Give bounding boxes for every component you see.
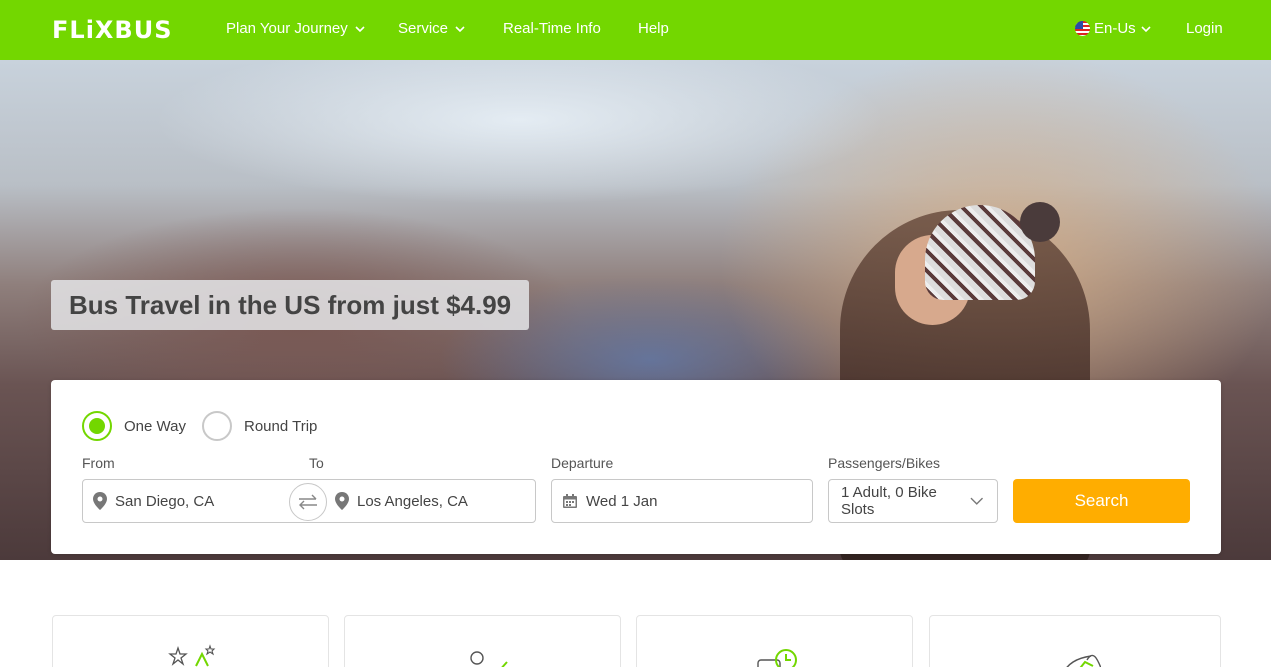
hero-headline: Bus Travel in the US from just $4.99 <box>51 280 530 330</box>
round-trip-radio[interactable]: Round Trip <box>202 411 317 441</box>
stars-icon <box>168 644 216 667</box>
chevron-down-icon <box>970 497 983 505</box>
person-check-icon <box>470 651 508 667</box>
passengers-select[interactable]: 1 Adult, 0 Bike Slots <box>828 479 998 523</box>
login-label: Login <box>1186 20 1223 37</box>
leaf-icon <box>1066 654 1101 667</box>
round-trip-label: Round Trip <box>244 417 318 435</box>
to-value: Los Angeles, CA <box>357 492 468 510</box>
swap-route-button[interactable] <box>289 483 327 521</box>
one-way-label: One Way <box>124 417 186 435</box>
hero-photo-pompom <box>1020 202 1060 242</box>
search-button[interactable]: Search <box>1013 479 1190 523</box>
language-selector[interactable]: En-Us <box>1075 20 1152 37</box>
to-label: To <box>309 455 324 471</box>
us-flag-icon <box>1075 21 1090 36</box>
feature-card <box>929 615 1221 667</box>
from-label: From <box>82 455 115 471</box>
nav-service[interactable]: Service <box>398 20 466 37</box>
chevron-down-icon <box>455 25 465 32</box>
login-link[interactable]: Login <box>1186 20 1223 37</box>
search-panel: One Way Round Trip From To Departure Pas… <box>51 380 1221 554</box>
top-navigation-bar: FLiXBUS Plan Your Journey Service Real-T… <box>0 0 1271 60</box>
from-value: San Diego, CA <box>115 492 215 510</box>
nav-service-label: Service <box>398 20 449 37</box>
bus-clock-icon <box>757 649 797 667</box>
nav-help[interactable]: Help <box>638 20 669 37</box>
language-label: En-Us <box>1094 20 1136 37</box>
departure-value: Wed 1 Jan <box>586 492 658 510</box>
to-field[interactable]: Los Angeles, CA <box>325 480 535 522</box>
departure-date-field[interactable]: Wed 1 Jan <box>551 479 813 523</box>
location-pin-icon <box>93 492 107 510</box>
passengers-value: 1 Adult, 0 Bike Slots <box>841 484 937 518</box>
chevron-down-icon <box>355 25 365 32</box>
chevron-down-icon <box>1141 25 1151 32</box>
departure-label: Departure <box>551 455 614 471</box>
nav-help-label: Help <box>638 20 669 37</box>
feature-card <box>344 615 621 667</box>
nav-real-time-info-label: Real-Time Info <box>503 20 601 37</box>
radio-unselected-icon <box>202 411 232 441</box>
location-pin-icon <box>335 492 349 510</box>
radio-selected-icon <box>82 411 112 441</box>
swap-arrows-icon <box>299 494 317 510</box>
feature-card <box>52 615 329 667</box>
nav-plan-your-journey-label: Plan Your Journey <box>226 20 348 37</box>
passengers-label: Passengers/Bikes <box>828 455 941 471</box>
nav-real-time-info[interactable]: Real-Time Info <box>503 20 601 37</box>
flixbus-logo[interactable]: FLiXBUS <box>52 16 172 44</box>
one-way-radio[interactable]: One Way <box>82 411 186 441</box>
from-field[interactable]: San Diego, CA <box>83 480 299 522</box>
nav-plan-your-journey[interactable]: Plan Your Journey <box>226 20 366 37</box>
calendar-icon <box>563 494 577 508</box>
feature-card <box>636 615 913 667</box>
